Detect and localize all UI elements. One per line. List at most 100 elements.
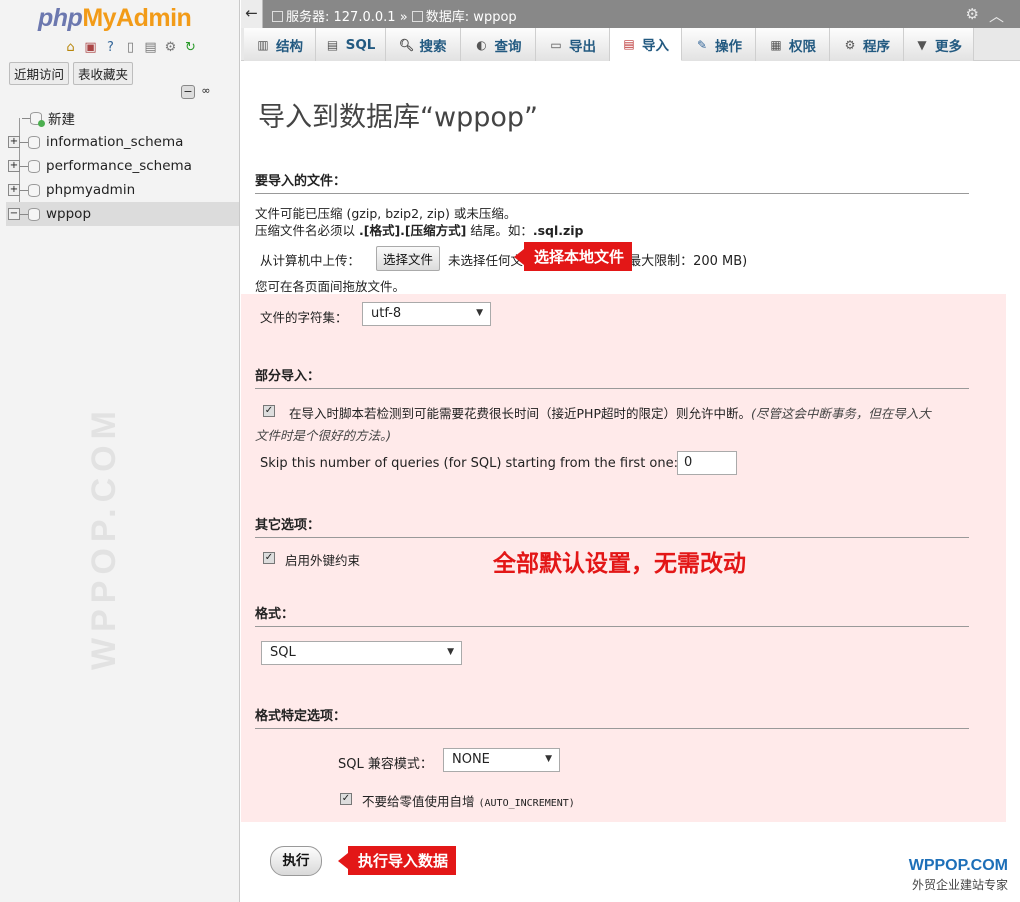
tree-controls: − ∞: [181, 85, 213, 99]
skip-queries-label: Skip this number of queries (for SQL) st…: [260, 456, 678, 471]
server-icon: [272, 11, 283, 22]
brand-name: WPPOP.COM: [908, 857, 1008, 874]
tree-item-performance-schema[interactable]: + performance_schema: [6, 154, 239, 178]
home-icon[interactable]: ⌂: [62, 39, 79, 56]
help-icon[interactable]: ?: [102, 39, 119, 56]
phpmyadmin-logo[interactable]: phpMyAdmin: [38, 4, 192, 33]
logout-icon[interactable]: ▣: [82, 39, 99, 56]
sql-compat-label: SQL 兼容模式：: [338, 757, 433, 772]
privileges-icon: ▦: [770, 37, 782, 52]
query-icon: ◐: [476, 37, 487, 52]
nav-recent-favorites: 近期访问 表收藏夹: [9, 62, 134, 85]
dropdown-arrow-icon: ▼: [476, 308, 483, 318]
wrench-icon: ✎: [696, 37, 708, 52]
no-auto-value-on-zero-checkbox[interactable]: ✓: [340, 793, 352, 805]
tree-item-new[interactable]: 新建: [6, 106, 239, 130]
foreign-key-label: 启用外键约束: [285, 553, 361, 568]
topbar-controls: ⚙ ︿: [966, 5, 1004, 26]
dropdown-arrow-icon: ▼: [545, 754, 552, 764]
database-icon: [28, 159, 40, 173]
tree-item-label: wppop: [46, 206, 92, 222]
format-options-heading: 格式特定选项：: [255, 705, 969, 729]
breadcrumb-server[interactable]: 服务器: 127.0.0.1: [286, 10, 396, 25]
tree-item-phpmyadmin[interactable]: + phpmyadmin: [6, 178, 239, 202]
page-title: 导入到数据库“wppop”: [258, 102, 538, 133]
tab-operations[interactable]: ✎ 操作: [682, 28, 756, 61]
sql-compat-select[interactable]: NONE ▼: [443, 748, 560, 772]
filename-info: 压缩文件名必须以 .[格式].[压缩方式] 结尾。如：.sql.zip: [255, 223, 584, 238]
structure-icon: ▥: [257, 37, 269, 52]
main-content: 导入到数据库“wppop” 要导入的文件： 文件可能已压缩 (gzip, bzi…: [241, 62, 1020, 902]
expand-icon[interactable]: +: [8, 160, 20, 172]
back-arrow-icon[interactable]: ←: [241, 0, 263, 28]
settings-icon[interactable]: ⚙: [162, 39, 179, 56]
docs-icon[interactable]: ▯: [122, 39, 139, 56]
breadcrumb-separator: »: [399, 10, 408, 25]
tab-search[interactable]: 🔍︎ 搜索: [386, 28, 461, 61]
search-icon: 🔍︎: [398, 37, 415, 52]
tree-item-wppop[interactable]: − wppop: [6, 202, 239, 226]
allow-interrupt-label: 在导入时脚本若检测到可能需要花费很长时间（接近PHP超时的限定）则允许中断。(尽…: [289, 406, 931, 421]
tab-export[interactable]: ▭ 导出: [536, 28, 610, 61]
file-section-heading: 要导入的文件：: [255, 170, 969, 194]
choose-file-button[interactable]: 选择文件: [376, 246, 441, 271]
annotation-defaults: 全部默认设置，无需改动: [493, 551, 746, 577]
database-tree: 新建 + information_schema + performance_sc…: [6, 106, 239, 226]
watermark: WPPOP.COM: [85, 405, 123, 670]
console-icon[interactable]: ▤: [142, 39, 159, 56]
skip-queries-input[interactable]: 0: [677, 451, 737, 475]
main-tabs: ▥ 结构 ▤ SQL 🔍︎ 搜索 ◐ 查询 ▭ 导出 ▤ 导入 ✎ 操作 ▦ 权限 ⚙ 程序 ▼ 更…: [241, 28, 1020, 61]
database-icon: [28, 183, 40, 197]
charset-select[interactable]: utf-8 ▼: [362, 302, 491, 326]
expand-icon[interactable]: +: [8, 184, 20, 196]
collapse-icon[interactable]: −: [8, 208, 20, 220]
format-heading: 格式：: [255, 603, 969, 627]
tree-item-label: phpmyadmin: [46, 182, 136, 198]
tree-item-label: 新建: [48, 112, 75, 128]
reload-icon[interactable]: ↻: [182, 39, 199, 56]
tab-routines[interactable]: ⚙ 程序: [830, 28, 904, 61]
export-icon: ▭: [550, 37, 562, 52]
nav-icon-bar: ⌂ ▣ ? ▯ ▤ ⚙ ↻: [62, 39, 199, 56]
allow-interrupt-checkbox[interactable]: ✓: [263, 405, 275, 417]
drag-drop-hint: 您可在各页面间拖放文件。: [255, 279, 406, 294]
expand-icon[interactable]: +: [8, 136, 20, 148]
tab-query[interactable]: ◐ 查询: [461, 28, 536, 61]
link-icon[interactable]: ∞: [199, 85, 213, 99]
max-size-text: (最大限制：200 MB): [623, 254, 748, 269]
brand-tagline: 外贸企业建站专家: [911, 878, 1008, 892]
favorites-button[interactable]: 表收藏夹: [73, 62, 134, 85]
charset-label: 文件的字符集：: [260, 310, 348, 325]
tab-more[interactable]: ▼ 更多: [904, 28, 974, 61]
tab-structure[interactable]: ▥ 结构: [244, 28, 316, 61]
brand-watermark: WPPOP.COM 外贸企业建站专家: [909, 857, 1008, 893]
allow-interrupt-note: 文件时是个很好的方法。): [255, 428, 392, 443]
tree-item-information-schema[interactable]: + information_schema: [6, 130, 239, 154]
database-icon: [411, 11, 423, 22]
no-auto-value-on-zero-label: 不要给零值使用自增 (AUTO_INCREMENT): [362, 794, 575, 809]
options-area: 文件的字符集： utf-8 ▼ 部分导入： ✓ 在导入时脚本若检测到可能需要花费…: [241, 294, 1006, 822]
settings-gear-icon[interactable]: ⚙: [966, 5, 979, 26]
import-icon: ▤: [623, 37, 635, 51]
new-database-icon: [30, 111, 45, 127]
more-icon: ▼: [917, 37, 927, 52]
tree-item-label: information_schema: [46, 134, 184, 150]
go-button[interactable]: 执行: [270, 846, 322, 876]
recent-button[interactable]: 近期访问: [9, 62, 70, 85]
dropdown-arrow-icon: ▼: [447, 647, 454, 657]
other-options-heading: 其它选项：: [255, 514, 969, 538]
partial-import-heading: 部分导入：: [255, 365, 969, 389]
routines-icon: ⚙: [844, 37, 856, 52]
database-icon: [28, 207, 40, 221]
annotation-run-import: 执行导入数据: [337, 846, 457, 875]
sql-icon: ▤: [326, 37, 339, 52]
tab-import[interactable]: ▤ 导入: [610, 28, 682, 61]
navigation-panel: phpMyAdmin ⌂ ▣ ? ▯ ▤ ⚙ ↻ 近期访问 表收藏夹 − ∞ 新…: [0, 0, 240, 902]
breadcrumb-database[interactable]: 数据库: wppop: [426, 10, 517, 25]
format-select[interactable]: SQL ▼: [261, 641, 462, 665]
collapse-up-icon[interactable]: ︿: [989, 5, 1004, 26]
tab-sql[interactable]: ▤ SQL: [316, 28, 386, 61]
tab-privileges[interactable]: ▦ 权限: [756, 28, 830, 61]
collapse-all-icon[interactable]: −: [181, 85, 195, 99]
foreign-key-checkbox[interactable]: ✓: [263, 552, 275, 564]
